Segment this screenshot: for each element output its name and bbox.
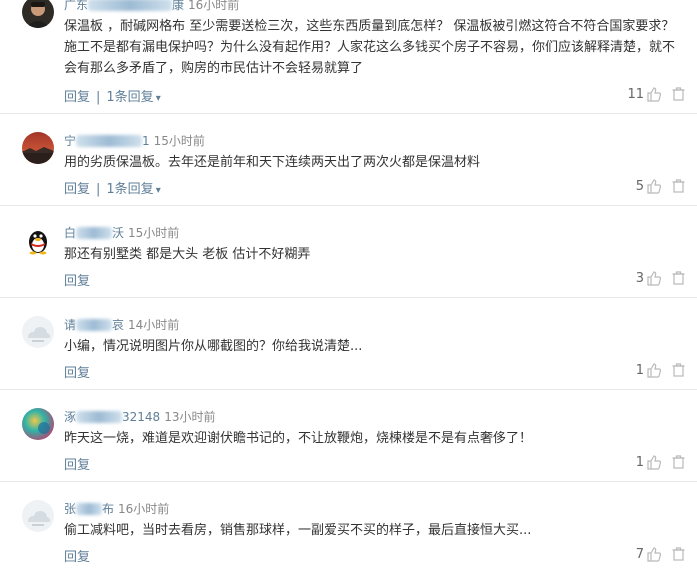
username[interactable]: 白沃 (64, 226, 124, 240)
view-replies-button[interactable]: 1条回复 ▾ (106, 182, 160, 197)
comment-actions: 回复 (64, 362, 90, 381)
like-count: 7 (635, 546, 644, 562)
comment-text: 用的劣质保温板。去年还是前年和天下连续两天出了两次火都是保温材料 (64, 155, 481, 170)
comment-time: 13小时前 (164, 410, 216, 424)
comment-meta: 白沃 15小时前 (64, 224, 179, 241)
thumbs-up-icon[interactable] (646, 270, 662, 286)
like-count: 3 (635, 270, 644, 286)
comment-meta: 宁 1 15小时前 (64, 132, 205, 149)
like-count: 11 (627, 86, 644, 102)
comment-time: 14小时前 (128, 318, 180, 332)
trash-icon[interactable] (672, 87, 685, 101)
comment-text: 偷工减料吧，当时去看房，销售那球样，一副爱买不买的样子，最后直接恒大买... (64, 523, 532, 538)
comment-meta: 张布 16小时前 (64, 500, 169, 517)
comment-text: 保温板 ，耐碱网格布 至少需要送检三次，这些东西质量到底怎样？ 保温板被引燃这符… (64, 19, 676, 76)
comment-meta: 广东康 16小时前 (64, 0, 239, 13)
comment-item: 宁 1 15小时前 用的劣质保温板。去年还是前年和天下连续两天出了两次火都是保温材料… (0, 114, 697, 206)
avatar[interactable] (22, 224, 54, 256)
avatar[interactable] (22, 500, 54, 532)
thumbs-up-icon[interactable] (646, 546, 662, 562)
thumbs-up-icon[interactable] (646, 362, 662, 378)
thumbs-up-icon[interactable] (646, 454, 662, 470)
trash-icon[interactable] (672, 179, 685, 193)
reply-button[interactable]: 回复 (64, 458, 90, 473)
username[interactable]: 宁1 (64, 134, 150, 148)
avatar[interactable] (22, 132, 54, 164)
like-count: 1 (635, 454, 644, 470)
comment-actions: 回复 | 1条回复 ▾ (64, 182, 161, 197)
thumbs-up-icon[interactable] (646, 178, 662, 194)
username[interactable]: 广东康 (64, 0, 184, 12)
avatar[interactable] (22, 0, 54, 28)
reply-button[interactable]: 回复 (64, 182, 90, 197)
comment-text: 那还有别墅类 都是大头 老板 估计不好糊弄 (64, 247, 311, 262)
comment-actions: 回复 | 1条回复 ▾ (64, 90, 161, 105)
trash-icon[interactable] (672, 363, 685, 377)
like-count: 5 (635, 178, 644, 194)
username[interactable]: 请哀 (64, 318, 124, 332)
like-count: 1 (635, 362, 644, 378)
avatar[interactable] (22, 408, 54, 440)
trash-icon[interactable] (672, 547, 685, 561)
comment-time: 16小时前 (118, 502, 170, 516)
comment-meta: 请哀 14小时前 (64, 316, 179, 333)
comment-actions: 回复 (64, 454, 90, 473)
comment-text: 小编，情况说明图片你从哪截图的？你给我说清楚... (64, 339, 363, 354)
reply-button[interactable]: 回复 (64, 550, 90, 565)
reply-button[interactable]: 回复 (64, 90, 90, 105)
comment-item: 请哀 14小时前 小编，情况说明图片你从哪截图的？你给我说清楚... 回复 1 (0, 298, 697, 390)
comment-list: 广东康 16小时前 保温板 ，耐碱网格布 至少需要送检三次，这些东西质量到底怎样？… (0, 0, 697, 572)
trash-icon[interactable] (672, 271, 685, 285)
thumbs-up-icon[interactable] (646, 86, 662, 102)
view-replies-button[interactable]: 1条回复 ▾ (106, 90, 160, 105)
comment-item: 张布 16小时前 偷工减料吧，当时去看房，销售那球样，一副爱买不买的样子，最后直接… (0, 482, 697, 572)
chevron-down-icon: ▾ (155, 185, 161, 196)
reply-button[interactable]: 回复 (64, 274, 90, 289)
avatar[interactable] (22, 316, 54, 348)
reply-button[interactable]: 回复 (64, 366, 90, 381)
comment-item: 涿 32148 13小时前 昨天这一烧，难道是欢迎谢伏瞻书记的，不让放鞭炮，烧楝楼是… (0, 390, 697, 482)
comment-actions: 回复 (64, 546, 90, 565)
comment-time: 16小时前 (188, 0, 240, 12)
comment-time: 15小时前 (128, 226, 180, 240)
comment-actions: 回复 (64, 270, 90, 289)
comment-item: 白沃 15小时前 那还有别墅类 都是大头 老板 估计不好糊弄 回复 3 (0, 206, 697, 298)
comment-item: 广东康 16小时前 保温板 ，耐碱网格布 至少需要送检三次，这些东西质量到底怎样？… (0, 0, 697, 114)
comment-time: 15小时前 (153, 134, 205, 148)
trash-icon[interactable] (672, 455, 685, 469)
username[interactable]: 涿 32148 (64, 410, 160, 424)
comment-text: 昨天这一烧，难道是欢迎谢伏瞻书记的，不让放鞭炮，烧楝楼是不是有点奢侈了！ (64, 431, 533, 446)
username[interactable]: 张布 (64, 502, 114, 516)
comment-meta: 涿 32148 13小时前 (64, 408, 215, 425)
chevron-down-icon: ▾ (155, 93, 161, 104)
